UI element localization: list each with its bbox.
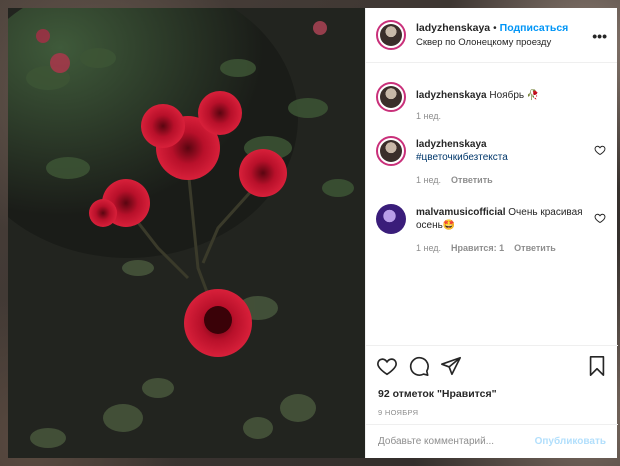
post-actions: 92 отметок "Нравится" 9 НОЯБРЯ Добавьте … bbox=[366, 345, 618, 455]
post-date[interactable]: 9 НОЯБРЯ bbox=[378, 408, 418, 417]
reply-button[interactable]: Ответить bbox=[514, 243, 556, 253]
list-item: malvamusicofficial Очень красивая осень🤩… bbox=[376, 204, 608, 255]
bookmark-icon[interactable] bbox=[586, 355, 608, 377]
author-username[interactable]: ladyzhenskaya bbox=[416, 22, 490, 34]
publish-button[interactable]: Опубликовать bbox=[535, 436, 606, 447]
post-photo[interactable] bbox=[8, 8, 365, 458]
comment-input[interactable]: Добавьте комментарий... bbox=[378, 436, 535, 447]
comment-username[interactable]: ladyzhenskaya bbox=[416, 90, 487, 101]
comment-avatar[interactable] bbox=[376, 82, 406, 112]
like-comment-icon[interactable] bbox=[594, 144, 606, 156]
heart-icon[interactable] bbox=[376, 355, 398, 377]
author-avatar[interactable] bbox=[376, 20, 406, 50]
comment-likes[interactable]: Нравится: 1 bbox=[451, 243, 504, 253]
comment-time[interactable]: 1 нед. bbox=[416, 175, 441, 185]
list-item: ladyzhenskaya #цветочкибезтекста 1 нед. О… bbox=[376, 136, 608, 187]
comment-avatar[interactable] bbox=[376, 136, 406, 166]
comment-icon[interactable] bbox=[408, 355, 430, 377]
comments-list: ladyzhenskaya Ноябрь 🥀 1 нед. ladyzhensk… bbox=[366, 64, 618, 354]
roses-image bbox=[8, 8, 365, 458]
comment-time[interactable]: 1 нед. bbox=[416, 111, 441, 121]
more-icon[interactable]: ••• bbox=[592, 28, 607, 44]
comment-text: Ноябрь 🥀 bbox=[489, 90, 540, 101]
add-comment-bar: Добавьте комментарий... Опубликовать bbox=[366, 424, 618, 458]
post-header: ladyzhenskaya • Подписаться Сквер по Олоне… bbox=[366, 8, 617, 63]
comment-username[interactable]: ladyzhenskaya bbox=[416, 139, 487, 150]
likes-count[interactable]: 92 отметок "Нравится" bbox=[378, 388, 497, 400]
comment-avatar[interactable] bbox=[376, 204, 406, 234]
hashtag-link[interactable]: #цветочкибезтекста bbox=[416, 151, 608, 164]
follow-button[interactable]: Подписаться bbox=[500, 22, 569, 34]
caption-comment: ladyzhenskaya Ноябрь 🥀 1 нед. bbox=[376, 82, 608, 123]
comment-username[interactable]: malvamusicofficial bbox=[416, 207, 505, 218]
like-comment-icon[interactable] bbox=[594, 212, 606, 224]
separator-dot: • bbox=[493, 22, 497, 34]
post-side-panel: ladyzhenskaya • Подписаться Сквер по Олоне… bbox=[365, 8, 618, 458]
location-link[interactable]: Сквер по Олонецкому проезду bbox=[416, 36, 568, 50]
share-icon[interactable] bbox=[440, 355, 462, 377]
comment-time[interactable]: 1 нед. bbox=[416, 243, 441, 253]
reply-button[interactable]: Ответить bbox=[451, 175, 493, 185]
